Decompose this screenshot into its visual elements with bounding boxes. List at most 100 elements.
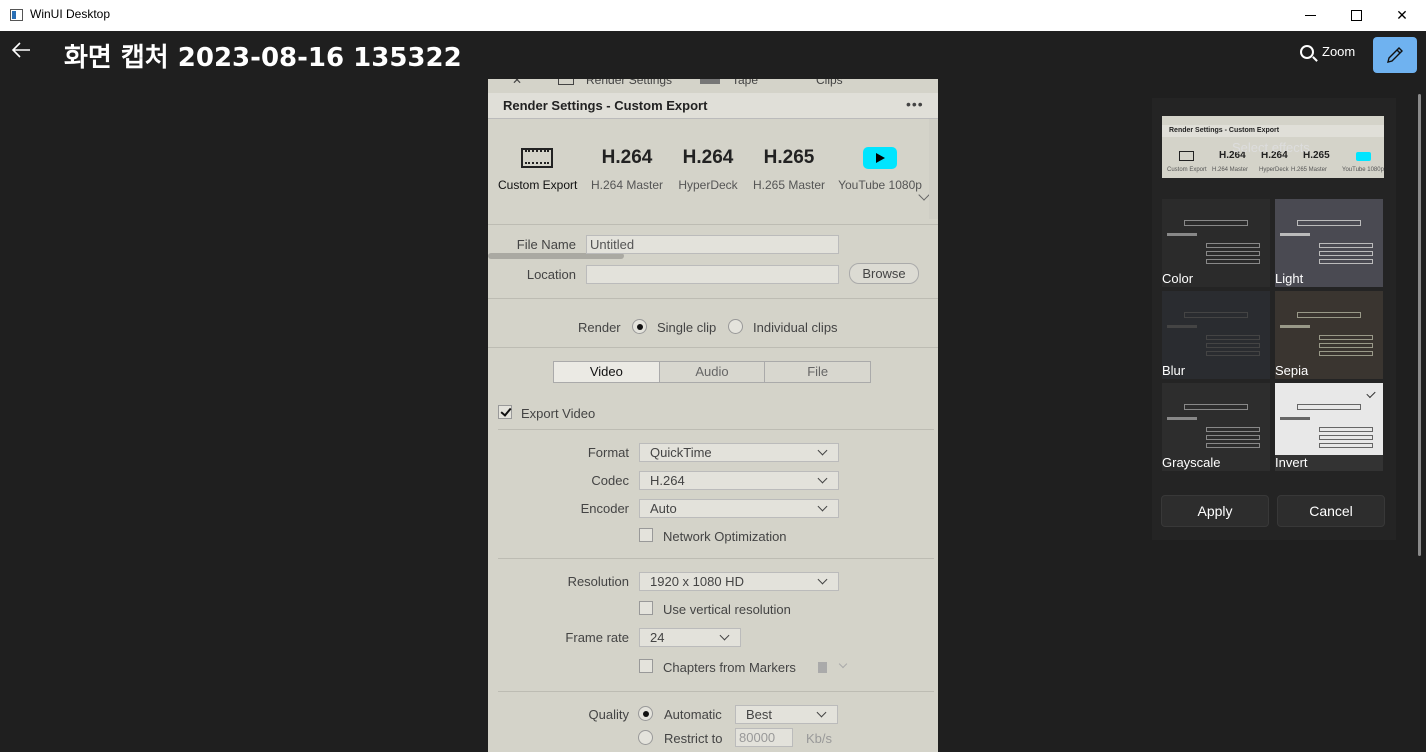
doc-header-title: Render Settings - Custom Export bbox=[503, 98, 708, 113]
quality-auto-label: Automatic bbox=[664, 707, 722, 722]
preset-youtube: YouTube 1080p bbox=[838, 147, 922, 192]
zoom-button[interactable]: Zoom bbox=[1300, 44, 1355, 59]
youtube-icon bbox=[863, 147, 897, 169]
minimize-button[interactable] bbox=[1287, 0, 1333, 31]
restrict-label: Restrict to bbox=[664, 731, 723, 746]
thumb-field bbox=[1319, 343, 1373, 348]
effect-grayscale[interactable]: Grayscale bbox=[1162, 383, 1270, 471]
thumb-tabs bbox=[1184, 312, 1248, 318]
render-settings-icon bbox=[558, 79, 574, 85]
preset-custom-export: Custom Export bbox=[498, 147, 577, 192]
thumb-field bbox=[1206, 243, 1260, 248]
preview-label: YouTube 1080p bbox=[1342, 167, 1384, 173]
effect-name: Light bbox=[1275, 271, 1304, 286]
thumb-label bbox=[1167, 417, 1197, 420]
restrict-unit: Kb/s bbox=[806, 731, 833, 746]
effect-name: Invert bbox=[1275, 455, 1383, 471]
back-button[interactable] bbox=[10, 39, 34, 63]
quality-value: Best bbox=[746, 707, 773, 722]
effect-light[interactable]: Light bbox=[1275, 199, 1383, 287]
network-opt-label: Network Optimization bbox=[663, 529, 787, 544]
thumb-field bbox=[1319, 435, 1373, 440]
effect-thumbnail bbox=[1162, 199, 1270, 271]
tab-audio: Audio bbox=[660, 362, 766, 382]
thumb-label bbox=[1167, 325, 1197, 328]
edit-button[interactable] bbox=[1373, 37, 1417, 73]
thumb-tabs bbox=[1297, 312, 1361, 318]
single-clip-label: Single clip bbox=[657, 320, 717, 335]
vertical-scrollbar bbox=[929, 119, 938, 219]
page-title: 화면 캡처 2023-08-16 135322 bbox=[64, 43, 462, 73]
marker-icon bbox=[818, 662, 827, 673]
effect-blur[interactable]: Blur bbox=[1162, 291, 1270, 379]
thumb-field bbox=[1206, 335, 1260, 340]
film-icon bbox=[1179, 151, 1194, 161]
single-clip-radio bbox=[632, 319, 647, 334]
divider bbox=[498, 558, 934, 559]
chevron-down-icon bbox=[816, 707, 827, 718]
effect-name: Blur bbox=[1162, 363, 1186, 378]
youtube-icon bbox=[1356, 152, 1371, 161]
cancel-button[interactable]: Cancel bbox=[1277, 495, 1385, 527]
codec-label: Codec bbox=[591, 473, 629, 488]
film-icon bbox=[521, 148, 553, 168]
search-icon bbox=[1300, 44, 1314, 59]
individual-clips-radio bbox=[728, 319, 743, 334]
location-field bbox=[586, 265, 839, 284]
panel-scrollbar[interactable] bbox=[1418, 94, 1421, 556]
tab-file: File bbox=[807, 364, 829, 379]
vertical-res-label: Use vertical resolution bbox=[663, 602, 791, 617]
divider bbox=[498, 429, 934, 430]
vertical-res-checkbox bbox=[639, 601, 653, 615]
render-label: Render bbox=[578, 320, 621, 335]
apply-button[interactable]: Apply bbox=[1161, 495, 1269, 527]
chevron-down-icon bbox=[817, 501, 828, 512]
frame-rate-value: 24 bbox=[650, 630, 665, 645]
preset-label: H.265 Master bbox=[752, 178, 826, 192]
effect-invert[interactable]: Invert bbox=[1275, 383, 1383, 471]
select-effects-title: Select effects bbox=[1232, 140, 1310, 155]
divider bbox=[488, 224, 938, 225]
preset-codec: H.264 bbox=[601, 147, 653, 168]
close-icon: ✕ bbox=[512, 79, 523, 87]
thumb-field bbox=[1206, 427, 1260, 432]
thumb-field bbox=[1319, 243, 1373, 248]
thumb-tabs bbox=[1184, 404, 1248, 410]
resolution-select: 1920 x 1080 HD bbox=[639, 572, 839, 591]
close-button[interactable]: ✕ bbox=[1379, 0, 1425, 31]
chevron-down-icon bbox=[817, 473, 828, 484]
thumb-tabs bbox=[1297, 220, 1361, 226]
maximize-button[interactable] bbox=[1333, 0, 1379, 31]
encoder-label: Encoder bbox=[580, 501, 629, 516]
doc-tab-tape: Tape bbox=[732, 79, 759, 87]
preview-label: H.264 Master bbox=[1212, 167, 1249, 173]
effect-sepia[interactable]: Sepia bbox=[1275, 291, 1383, 379]
minimize-icon bbox=[1304, 15, 1316, 16]
pencil-icon bbox=[1387, 47, 1403, 63]
settings-tabs: Video Audio File bbox=[553, 361, 871, 383]
screenshot-canvas[interactable]: ✕ Render Settings Tape Clips Render Sett… bbox=[488, 79, 938, 752]
tape-icon bbox=[700, 79, 720, 84]
preset-label: HyperDeck bbox=[678, 178, 738, 192]
thumb-field bbox=[1206, 343, 1260, 348]
encoder-select: Auto bbox=[639, 499, 839, 518]
close-icon: ✕ bbox=[1396, 7, 1408, 24]
format-value: QuickTime bbox=[650, 445, 712, 460]
effect-color[interactable]: Color bbox=[1162, 199, 1270, 287]
doc-header: Render Settings - Custom Export ••• bbox=[488, 93, 938, 119]
thumb-field bbox=[1319, 251, 1373, 256]
individual-clips-label: Individual clips bbox=[753, 320, 838, 335]
location-label: Location bbox=[526, 267, 576, 282]
more-icon: ••• bbox=[906, 96, 924, 112]
file-name-field: Untitled bbox=[586, 235, 839, 254]
preset-h264-master: H.264 H.264 Master bbox=[588, 147, 666, 192]
doc-tab-clips: Clips bbox=[816, 79, 843, 87]
effect-name: Grayscale bbox=[1162, 455, 1221, 470]
preset-h265-master: H.265 H.265 Master bbox=[750, 147, 828, 192]
quality-auto-radio bbox=[638, 706, 653, 721]
preview-label: HyperDeck bbox=[1259, 167, 1289, 173]
preset-label: H.264 Master bbox=[590, 178, 664, 192]
effect-thumbnail bbox=[1275, 199, 1383, 271]
doc-top-tabs: ✕ Render Settings Tape Clips bbox=[488, 79, 938, 93]
quality-select: Best bbox=[735, 705, 838, 724]
